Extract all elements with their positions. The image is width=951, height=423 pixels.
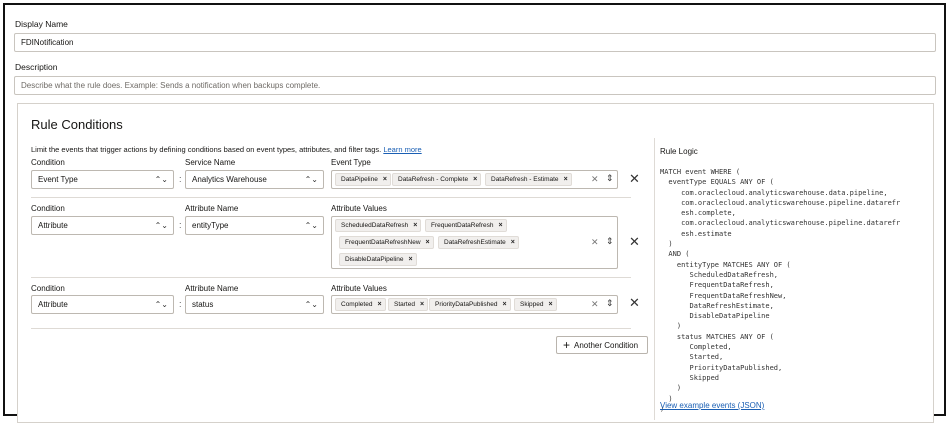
remove-tag-icon[interactable]: × (409, 256, 413, 263)
remove-tag-icon[interactable]: × (383, 176, 387, 183)
condition-label: Condition (31, 158, 65, 167)
clear-x-icon[interactable]: ✕ (591, 237, 599, 248)
event-type-multiselect[interactable]: DataPipeline × DataRefresh - Complete × Da… (331, 170, 618, 189)
divider (31, 197, 631, 198)
remove-condition-icon[interactable]: ✕ (629, 171, 640, 187)
separator-colon: : (179, 299, 182, 309)
attribute-values-label: Attribute Values (331, 284, 387, 293)
up-down-chevron-icon: ⌃⌄ (154, 299, 168, 309)
remove-condition-icon[interactable]: ✕ (629, 295, 640, 311)
service-name-label: Service Name (185, 158, 236, 167)
service-name-value: Analytics Warehouse (192, 175, 267, 184)
intro-text: Limit the events that trigger actions by… (31, 145, 382, 154)
remove-tag-icon[interactable]: × (549, 301, 553, 308)
up-down-chevron-icon[interactable]: ⇕ (606, 298, 614, 309)
remove-tag-icon[interactable]: × (503, 301, 507, 308)
another-condition-label: Another Condition (574, 340, 639, 350)
tag-chip[interactable]: PriorityDataPublished × (429, 298, 511, 311)
another-condition-button[interactable]: + Another Condition (556, 336, 648, 354)
attribute-values-label: Attribute Values (331, 204, 387, 213)
tag-chip[interactable]: DataRefresh - Complete × (392, 173, 482, 186)
attribute-name-select[interactable]: status ⌃⌄ (185, 295, 324, 314)
condition-value: Event Type (38, 175, 78, 184)
tag-label: DisableDataPipeline (345, 256, 404, 263)
tag-chip[interactable]: DataPipeline × (335, 173, 391, 186)
tag-label: Started (394, 301, 415, 308)
learn-more-link[interactable]: Learn more (383, 145, 421, 154)
tag-label: DataRefresh - Estimate (491, 176, 559, 183)
condition-select[interactable]: Event Type ⌃⌄ (31, 170, 174, 189)
remove-tag-icon[interactable]: × (564, 176, 568, 183)
divider (31, 328, 631, 329)
view-example-events-link[interactable]: View example events (JSON) (660, 401, 764, 410)
condition-label: Condition (31, 204, 65, 213)
remove-tag-icon[interactable]: × (499, 222, 503, 229)
condition-value: Attribute (38, 300, 68, 309)
tag-label: Completed (341, 301, 373, 308)
up-down-chevron-icon: ⌃⌄ (154, 174, 168, 184)
condition-select[interactable]: Attribute ⌃⌄ (31, 295, 174, 314)
tag-chip[interactable]: DataRefresh - Estimate × (485, 173, 572, 186)
divider (31, 277, 631, 278)
rule-logic-title: Rule Logic (660, 147, 698, 156)
remove-tag-icon[interactable]: × (377, 301, 381, 308)
remove-tag-icon[interactable]: × (426, 239, 430, 246)
clear-x-icon[interactable]: ✕ (591, 174, 599, 185)
tag-label: ScheduledDataRefresh (341, 222, 409, 229)
up-down-chevron-icon: ⌃⌄ (304, 220, 318, 230)
tag-chip[interactable]: Started × (388, 298, 429, 311)
tag-label: DataRefresh - Complete (398, 176, 469, 183)
separator-colon: : (179, 174, 182, 184)
attribute-name-value: entityType (192, 221, 229, 230)
service-name-select[interactable]: Analytics Warehouse ⌃⌄ (185, 170, 324, 189)
tag-label: DataPipeline (341, 176, 378, 183)
attribute-values-multiselect[interactable]: ScheduledDataRefresh × FrequentDataRefres… (331, 216, 618, 269)
tag-chip[interactable]: FrequentDataRefreshNew × (339, 236, 434, 249)
attribute-values-multiselect[interactable]: Completed × Started × PriorityDataPublishe… (331, 295, 618, 314)
rule-conditions-panel: Rule Conditions Limit the events that tr… (17, 103, 934, 423)
rule-logic-panel: Rule Logic MATCH event WHERE ( eventType… (654, 138, 926, 420)
tag-label: Skipped (520, 301, 544, 308)
tag-chip[interactable]: DataRefreshEstimate × (438, 236, 519, 249)
remove-tag-icon[interactable]: × (473, 176, 477, 183)
display-name-label: Display Name (15, 19, 68, 29)
up-down-chevron-icon[interactable]: ⇕ (606, 236, 614, 247)
attribute-name-label: Attribute Name (185, 204, 239, 213)
up-down-chevron-icon[interactable]: ⇕ (606, 173, 614, 184)
remove-tag-icon[interactable]: × (420, 301, 424, 308)
condition-value: Attribute (38, 221, 68, 230)
plus-icon: + (563, 338, 571, 352)
tag-chip[interactable]: FrequentDataRefresh × (425, 219, 507, 232)
description-input[interactable]: Describe what the rule does. Example: Se… (14, 76, 936, 95)
remove-tag-icon[interactable]: × (413, 222, 417, 229)
condition-label: Condition (31, 284, 65, 293)
attribute-name-value: status (192, 300, 214, 309)
rule-editor-frame: Display Name FDINotification Description… (3, 3, 946, 423)
tag-chip[interactable]: ScheduledDataRefresh × (335, 219, 422, 232)
tag-chip[interactable]: Skipped × (514, 298, 557, 311)
rule-logic-code: MATCH event WHERE ( eventType EQUALS ANY… (660, 168, 901, 413)
clear-x-icon[interactable]: ✕ (591, 299, 599, 310)
tag-label: FrequentDataRefresh (431, 222, 494, 229)
remove-condition-icon[interactable]: ✕ (629, 234, 640, 250)
up-down-chevron-icon: ⌃⌄ (304, 299, 318, 309)
separator-colon: : (179, 220, 182, 230)
up-down-chevron-icon: ⌃⌄ (304, 174, 318, 184)
tag-label: PriorityDataPublished (435, 301, 498, 308)
up-down-chevron-icon: ⌃⌄ (154, 220, 168, 230)
condition-select[interactable]: Attribute ⌃⌄ (31, 216, 174, 235)
tag-chip[interactable]: Completed × (335, 298, 386, 311)
attribute-name-label: Attribute Name (185, 284, 239, 293)
tag-label: DataRefreshEstimate (444, 239, 506, 246)
event-type-label: Event Type (331, 158, 371, 167)
remove-tag-icon[interactable]: × (511, 239, 515, 246)
rule-conditions-intro: Limit the events that trigger actions by… (31, 145, 422, 154)
tag-label: FrequentDataRefreshNew (345, 239, 421, 246)
rule-conditions-title: Rule Conditions (31, 117, 123, 132)
display-name-input[interactable]: FDINotification (14, 33, 936, 52)
tag-chip[interactable]: DisableDataPipeline × (339, 253, 417, 266)
attribute-name-select[interactable]: entityType ⌃⌄ (185, 216, 324, 235)
description-label: Description (15, 62, 58, 72)
